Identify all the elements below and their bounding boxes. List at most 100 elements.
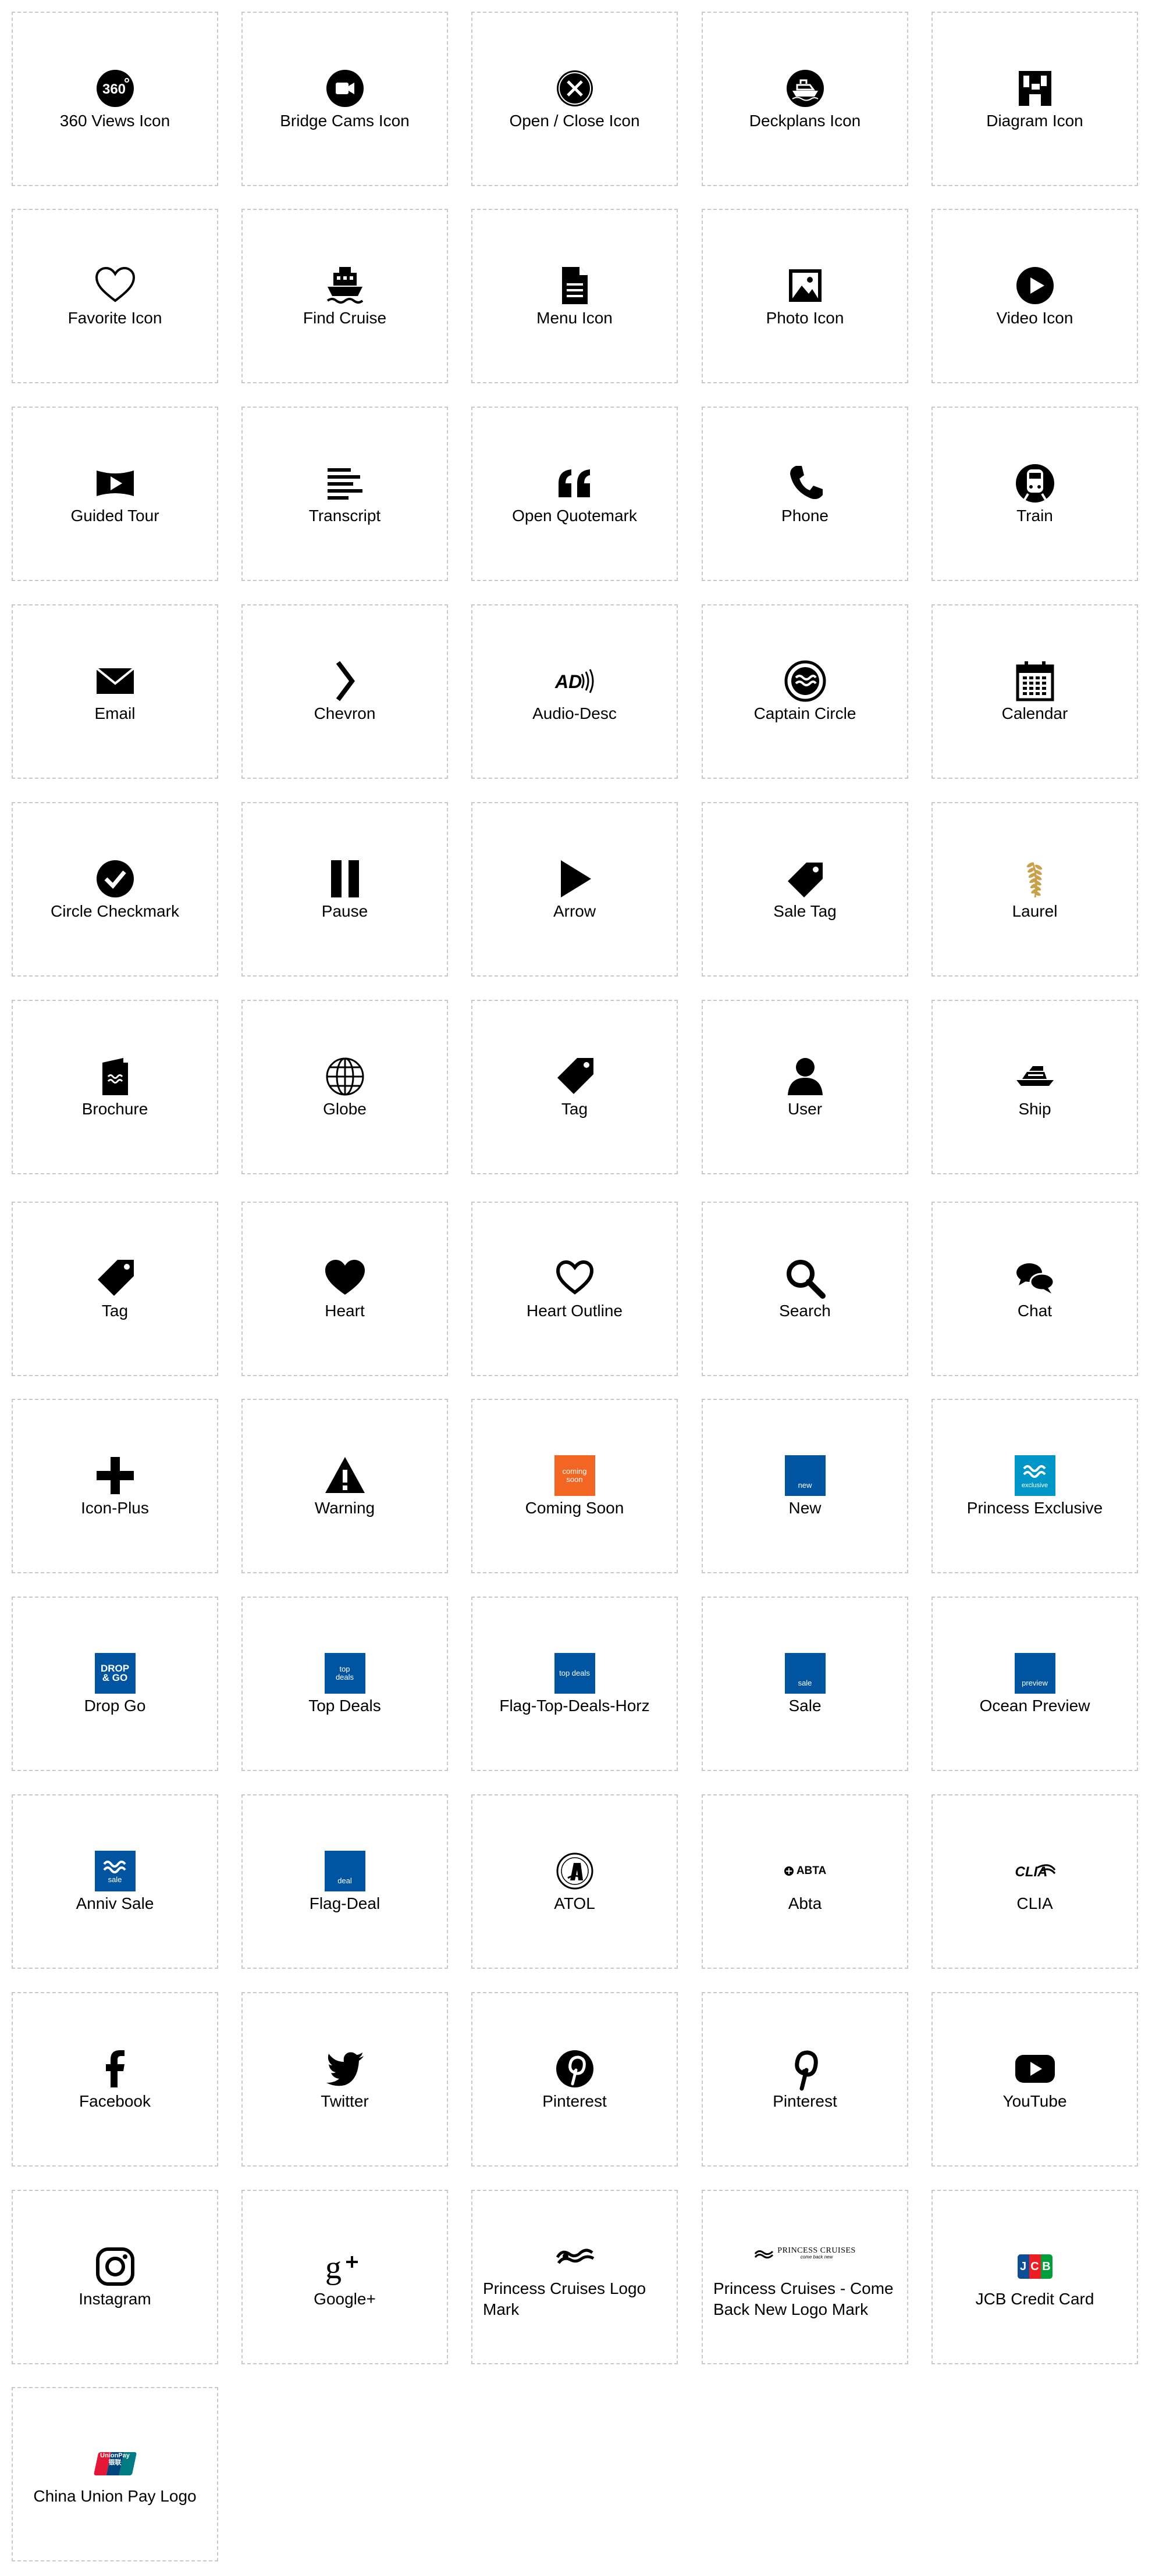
icon-tile-favorite: Favorite Icon (12, 209, 218, 383)
icon-tile-anniv-sale-flag: sale Anniv Sale (12, 1794, 218, 1969)
icon-tile-label: Globe (323, 1100, 367, 1118)
icon-tile-ocean-preview-flag: preview Ocean Preview (931, 1597, 1138, 1771)
pause-icon (323, 857, 367, 901)
icon-tile-label: Flag-Deal (309, 1894, 381, 1912)
icon-tile-youtube: YouTube (931, 1992, 1138, 2167)
icon-tile-label: 360 Views Icon (59, 112, 170, 130)
icon-tile-deal-flag: deal Flag-Deal (241, 1794, 448, 1969)
icon-tile-open-quotemark: Open Quotemark (471, 407, 678, 581)
anniv-sale-flag-icon: sale (93, 1849, 137, 1893)
icon-tile-label: Instagram (79, 2290, 151, 2308)
icon-tile-label: Top Deals (308, 1697, 381, 1715)
icon-tile-label: Pinterest (542, 2092, 607, 2110)
icon-tile-label: Brochure (81, 1100, 148, 1118)
icon-tile-top-deals-horizontal-flag: top deals Flag-Top-Deals-Horz (471, 1597, 678, 1771)
icon-tile-plus: Icon-Plus (12, 1399, 218, 1573)
icon-tile-360-views: 360 360 Views Icon (12, 12, 218, 186)
deal-flag-icon: deal (323, 1849, 367, 1893)
atol-logo-icon (553, 1849, 597, 1893)
icon-tile-atol-logo: ATOL (471, 1794, 678, 1969)
princess-come-back-new-logo-icon: PRINCESS CRUISES come back new (741, 2232, 869, 2276)
icon-tile-ship: Ship (931, 1000, 1138, 1174)
user-icon (783, 1054, 827, 1099)
icon-tile-label: Menu Icon (536, 309, 613, 327)
icon-tile-chevron: Chevron (241, 604, 448, 779)
icon-tile-heart: Heart (241, 1202, 448, 1376)
icon-tile-email: Email (12, 604, 218, 779)
icon-tile-label: Video Icon (996, 309, 1073, 327)
icon-tile-tag: Tag (471, 1000, 678, 1174)
icon-tile-laurel: Laurel (931, 802, 1138, 977)
icon-tile-label: Chat (1017, 1302, 1053, 1320)
icon-tile-top-deals-flag: top deals Top Deals (241, 1597, 448, 1771)
google-plus-icon: g (323, 2244, 367, 2289)
icon-tile-label: Tag (101, 1302, 129, 1320)
icon-tile-guided-tour: Guided Tour (12, 407, 218, 581)
icon-tile-label: Heart (325, 1302, 365, 1320)
icon-tile-label: YouTube (1002, 2092, 1067, 2110)
icon-tile-open-close: Open / Close Icon (471, 12, 678, 186)
open-close-icon (553, 66, 597, 111)
icon-tile-label: New (788, 1499, 822, 1517)
icon-tile-label: Ocean Preview (979, 1697, 1090, 1715)
laurel-icon (1013, 857, 1057, 901)
icon-tile-label: Abta (788, 1894, 822, 1912)
abta-logo-icon: ABTA (783, 1849, 827, 1893)
icon-tile-pinterest-circle: Pinterest (471, 1992, 678, 2167)
icon-tile-google-plus: g Google+ (241, 2190, 448, 2364)
icon-tile-label: China Union Pay Logo (33, 2487, 197, 2505)
icon-tile-drop-go-flag: DROP & GO Drop Go (12, 1597, 218, 1771)
icon-tile-coming-soon-flag: coming soon Coming Soon (471, 1399, 678, 1573)
icon-tile-label: Tag (561, 1100, 588, 1118)
icon-tile-label: Pause (321, 902, 368, 920)
icon-tile-label: Captain Circle (753, 704, 856, 722)
icon-tile-label: Calendar (1001, 704, 1068, 722)
icon-tile-label: Audio-Desc (532, 704, 617, 722)
video-icon (1013, 263, 1057, 308)
email-icon (93, 659, 137, 703)
icon-tile-label: Train (1016, 507, 1053, 525)
icon-tile-label: Favorite Icon (67, 309, 162, 327)
find-cruise-icon (323, 263, 367, 308)
train-icon (1013, 461, 1057, 505)
icon-tile-new-flag: new New (702, 1399, 908, 1573)
circle-checkmark-icon (93, 857, 137, 901)
new-flag-icon: new (783, 1453, 827, 1498)
pinterest-circle-icon (553, 2047, 597, 2091)
icon-tile-menu: Menu Icon (471, 209, 678, 383)
icon-tile-label: Search (779, 1302, 831, 1320)
calendar-icon (1013, 659, 1057, 703)
captain-circle-icon (783, 659, 827, 703)
icon-tile-brochure: Brochure (12, 1000, 218, 1174)
diagram-icon (1013, 66, 1057, 111)
favorite-icon (93, 263, 137, 308)
icon-tile-label: Facebook (79, 2092, 151, 2110)
icon-tile-unionpay-logo: UnionPay 银联 China Union Pay Logo (12, 2387, 218, 2561)
icon-tile-princess-logo-mark: Princess Cruises Logo Mark (471, 2190, 678, 2364)
warning-icon (323, 1453, 367, 1498)
icon-tile-find-cruise: Find Cruise (241, 209, 448, 383)
icon-tile-transcript: Transcript (241, 407, 448, 581)
plus-icon (93, 1453, 137, 1498)
icon-tile-label: Warning (314, 1499, 375, 1517)
icon-tile-label: Arrow (553, 902, 596, 920)
icon-tile-princess-come-back-new-logo: PRINCESS CRUISES come back new Princess Cr… (702, 2190, 908, 2364)
audio-desc-icon: AD (553, 659, 597, 703)
icon-tile-label: Pinterest (773, 2092, 837, 2110)
deckplans-icon (783, 66, 827, 111)
princess-logo-mark-icon (553, 2236, 597, 2281)
icon-tile-sale-flag: sale Sale (702, 1597, 908, 1771)
icon-tile-photo: Photo Icon (702, 209, 908, 383)
icon-tile-label: Photo Icon (766, 309, 844, 327)
icon-tile-heart-outline: Heart Outline (471, 1202, 678, 1376)
svg-text:g: g (325, 2250, 342, 2286)
chat-icon (1013, 1256, 1057, 1301)
icon-tile-instagram: Instagram (12, 2190, 218, 2364)
guided-tour-icon (93, 461, 137, 505)
icon-tile-label: Princess Cruises Logo Mark (483, 2279, 646, 2318)
icon-tile-princess-exclusive-flag: exclusive Princess Exclusive (931, 1399, 1138, 1573)
svg-text:360: 360 (102, 81, 125, 97)
heart-outline-icon (553, 1256, 597, 1301)
icon-tile-bridge-cams: Bridge Cams Icon (241, 12, 448, 186)
jcb-card-icon: J C B (1013, 2244, 1057, 2289)
